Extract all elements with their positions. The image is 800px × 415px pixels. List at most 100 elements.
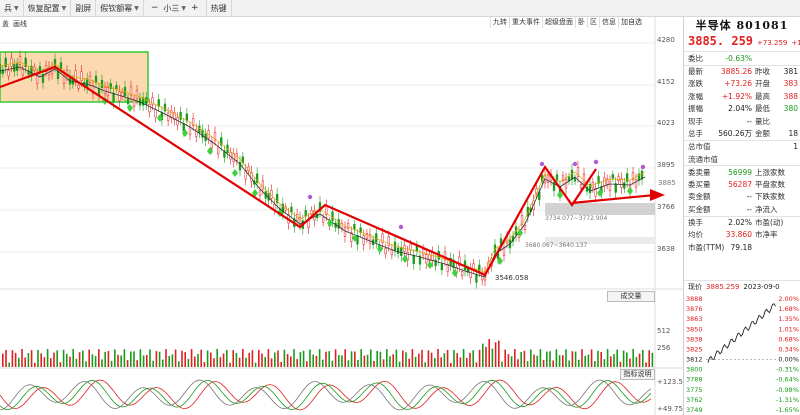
volume-bar — [530, 349, 532, 367]
chart-tab-0[interactable]: 盖 — [2, 19, 9, 29]
candle-body — [4, 57, 7, 68]
volume-bar — [360, 349, 362, 367]
volume-bar — [21, 349, 23, 367]
toolbar-menu-0[interactable]: 兵 ▼ — [0, 0, 24, 17]
tool-nine-turn[interactable]: 九转 — [490, 17, 509, 28]
volume-tick-label: 256 — [657, 344, 671, 352]
quote-row: 市盈(TTM) 79.18 — [684, 241, 800, 254]
volume-bar — [114, 349, 116, 367]
candle-body — [21, 69, 25, 76]
volume-bar — [165, 349, 167, 367]
volume-bar — [104, 351, 106, 367]
zoom-minus-button[interactable]: − — [148, 0, 162, 17]
mini-y-label: 3888 — [686, 295, 703, 303]
volume-bar — [331, 360, 334, 367]
volume-bar — [315, 355, 318, 367]
volume-bar — [549, 351, 551, 367]
volume-bar — [91, 354, 94, 367]
tool-major-events[interactable]: 重大事件 — [509, 17, 542, 28]
volume-bar — [187, 358, 190, 367]
quote-row: 总市值 1 — [684, 140, 800, 153]
quote-field-label: 卖金额 — [688, 192, 711, 202]
volume-bar — [606, 349, 609, 367]
signal-marker — [232, 169, 238, 177]
toolbar-menu-3[interactable]: 假钦额幂 ▼ — [96, 0, 144, 17]
price-change: +73.259 — [757, 39, 788, 47]
volume-bar — [162, 359, 164, 367]
candle-body — [362, 235, 365, 245]
volume-bar — [510, 356, 513, 367]
candle-body — [216, 146, 220, 155]
quote-field-value: 2.02% — [728, 218, 752, 228]
volume-bar — [258, 349, 260, 367]
volume-bar — [197, 353, 199, 367]
quote-row: 现手 -- 量比 — [684, 115, 800, 128]
volume-bar — [174, 349, 177, 367]
volume-bar — [629, 358, 631, 367]
volume-bar — [203, 362, 206, 367]
candle-body — [331, 211, 334, 221]
candle-body — [88, 75, 92, 83]
volume-bar — [430, 352, 433, 367]
tool-info[interactable]: 信息 — [599, 17, 618, 28]
instrument-title: 半导体 801081 — [695, 19, 789, 32]
volume-bar — [571, 351, 574, 367]
price-header: 3885. 259 +73.259 +1.9 — [684, 34, 800, 52]
top-marker — [398, 224, 404, 230]
volume-bar — [504, 349, 506, 367]
chart-tab-draw-line[interactable]: 画线 — [13, 19, 27, 29]
candle-body — [270, 190, 273, 199]
candle-body — [115, 85, 118, 90]
volume-bar — [443, 353, 446, 367]
quote-field-label: 涨幅 — [688, 91, 703, 101]
tool-3[interactable]: 卧 — [575, 17, 587, 28]
indicator-help-button[interactable]: 指标说明 — [620, 369, 655, 380]
kline-chart-area[interactable]: 盖 画线 九转 重大事件 超级盘面 卧 区 信息 加自选 4280 4152 4… — [0, 17, 683, 415]
candle-body — [623, 182, 626, 189]
candle-body — [304, 210, 307, 217]
mini-y-label: 3812 — [686, 356, 703, 364]
hotkey-button[interactable]: 热键 — [207, 0, 232, 17]
tool-zone[interactable]: 区 — [587, 17, 599, 28]
volume-bar — [34, 362, 36, 367]
candle-body — [375, 233, 378, 243]
quote-table: 委比 -0.63% 最新 3885.26 昨收 381 涨跌 +73.26 开盘 383 涨幅 +1.… — [684, 52, 800, 254]
volume-bar — [363, 355, 366, 367]
y-tick-label: 3895 — [657, 161, 675, 169]
volume-bar — [350, 351, 353, 367]
quote-field-value: -- — [746, 192, 752, 202]
volume-bar — [238, 357, 241, 367]
toolbar-menu-sub-screen[interactable]: 副屏 — [71, 0, 97, 17]
mini-y-label: 3800 — [686, 366, 703, 374]
tool-add-watchlist[interactable]: 加自选 — [618, 17, 644, 28]
candle-body — [400, 246, 403, 256]
volume-bar — [357, 359, 359, 367]
volume-bar — [469, 352, 471, 367]
price-change-pct: +1.9 — [791, 39, 800, 47]
mini-y-label: 3775 — [686, 386, 703, 394]
quote-row: 均价 33.860 市净率 — [684, 228, 800, 241]
quote-panel: 半导体 801081 3885. 259 +73.259 +1.9 委比 -0.6… — [683, 17, 800, 415]
volume-indicator-button[interactable]: 成交量 — [607, 291, 655, 302]
toolbar-menu-restore-config[interactable]: 恢复配置 ▼ — [24, 0, 72, 17]
volume-bar — [600, 351, 602, 367]
quote-row: 流通市值 — [684, 153, 800, 166]
intraday-mini-chart[interactable]: 3888 2.00% 3876 1.68% 3863 1.35% 3850 1.01% 3838… — [684, 294, 800, 415]
volume-bar — [85, 361, 87, 367]
resistance-band — [545, 203, 655, 215]
candle-body — [166, 112, 170, 121]
mini-y-label: 3863 — [686, 315, 703, 323]
quote-field-label: 振幅 — [688, 104, 703, 114]
candle-body — [412, 255, 415, 264]
quote-row: 换手 2.02% 市盈(动) — [684, 215, 800, 229]
zoom-plus-button[interactable]: + — [188, 0, 202, 17]
volume-bar — [408, 358, 410, 367]
volume-bar — [526, 361, 529, 367]
tool-super-panel[interactable]: 超级盘面 — [542, 17, 575, 28]
zoom-level[interactable]: 小三 — [163, 0, 179, 17]
candle-body — [100, 79, 104, 88]
volume-bar — [43, 357, 46, 367]
quote-field-label: 委买量 — [688, 179, 711, 189]
volume-bar — [130, 351, 132, 367]
volume-bar — [341, 355, 343, 367]
